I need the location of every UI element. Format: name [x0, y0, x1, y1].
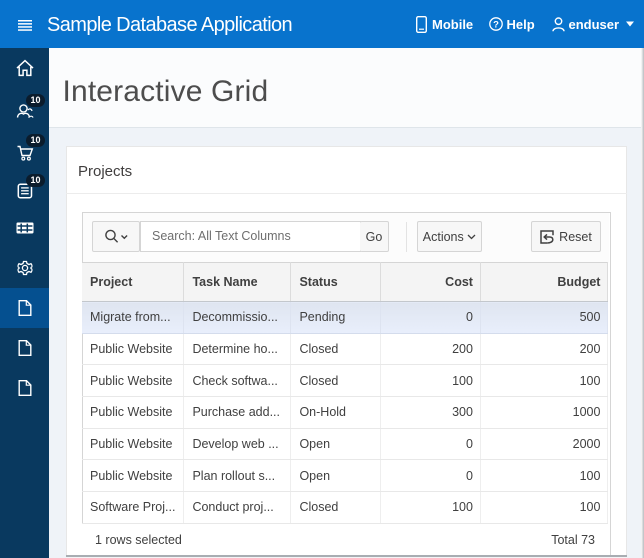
svg-text:?: ?	[493, 19, 499, 30]
